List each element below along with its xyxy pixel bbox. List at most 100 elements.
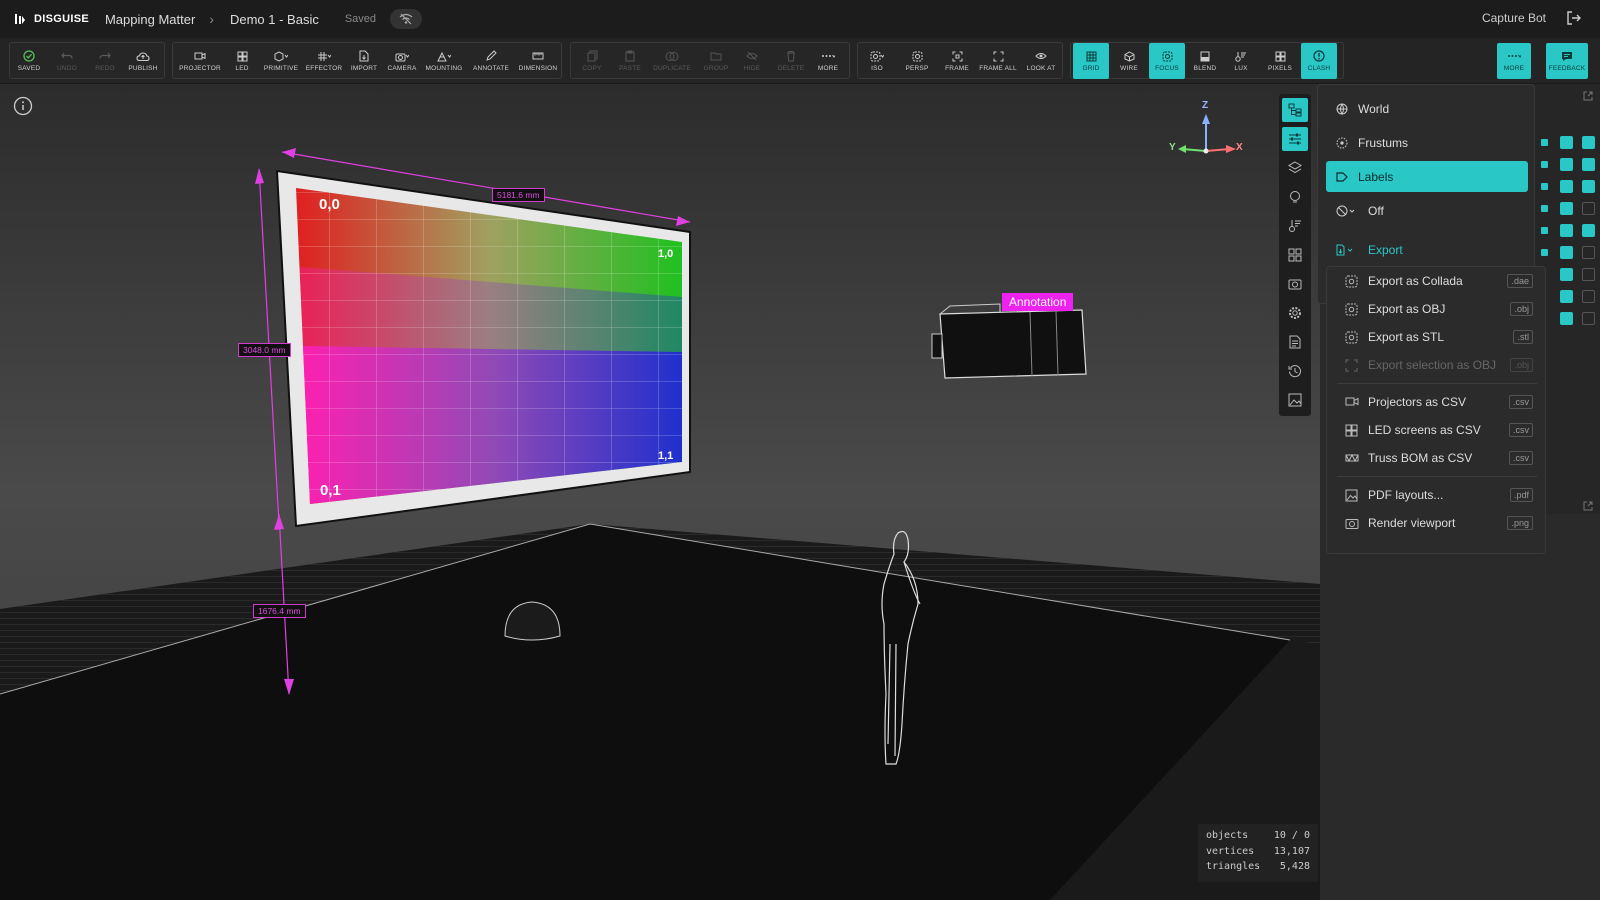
tab-notes[interactable] — [1282, 330, 1308, 354]
import-button[interactable]: IMPORT — [350, 43, 378, 79]
export-selection-obj-item[interactable]: Export selection as OBJ .obj — [1333, 351, 1541, 379]
dimension-button[interactable]: DIMENSION — [516, 43, 560, 79]
layer-lock-checkbox[interactable] — [1582, 180, 1595, 193]
export-collada-item[interactable]: Export as Collada .dae — [1333, 267, 1541, 295]
group-button[interactable]: GROUP — [700, 43, 732, 79]
layer-visible-checkbox[interactable] — [1560, 136, 1573, 149]
more-dots-icon — [1508, 54, 1521, 58]
focus-toggle[interactable]: FOCUS — [1149, 43, 1185, 79]
layer-visible-checkbox[interactable] — [1560, 224, 1573, 237]
saved-button[interactable]: SAVED — [14, 43, 44, 79]
feedback-button[interactable]: FEEDBACK — [1546, 43, 1588, 79]
mounting-button[interactable]: MOUNTING — [424, 43, 464, 79]
paste-button[interactable]: PASTE — [614, 43, 646, 79]
logout-button[interactable] — [1566, 10, 1582, 29]
export-projectors-csv-item[interactable]: Projectors as CSV .csv — [1333, 388, 1541, 416]
menu-item-export[interactable]: Export — [1326, 234, 1528, 265]
annotate-button[interactable]: ANNOTATE — [470, 43, 512, 79]
user-name[interactable]: Capture Bot — [1482, 11, 1546, 25]
export-obj-item[interactable]: Export as OBJ .obj — [1333, 295, 1541, 323]
camera-button[interactable]: CAMERA — [385, 43, 419, 79]
edit-more-button[interactable]: MORE — [812, 43, 844, 79]
app-logo[interactable]: DISGUISE — [14, 13, 89, 25]
tab-history[interactable] — [1282, 359, 1308, 383]
popout-icon[interactable] — [1582, 500, 1594, 512]
grid-toggle[interactable]: GRID — [1073, 43, 1109, 79]
dimension-label-elevation[interactable]: 1676.4 mm — [253, 604, 306, 618]
layer-visible-checkbox[interactable] — [1560, 246, 1573, 259]
wire-toggle[interactable]: WIRE — [1113, 43, 1145, 79]
popout-icon[interactable] — [1582, 90, 1594, 102]
redo-button[interactable]: REDO — [90, 43, 120, 79]
layer-lock-checkbox[interactable] — [1582, 224, 1595, 237]
pixels-toggle[interactable]: PIXELS — [1263, 43, 1297, 79]
iso-button[interactable]: ISO — [863, 43, 891, 79]
clash-toggle[interactable]: CLASH — [1301, 43, 1337, 79]
led-button[interactable]: LED — [229, 43, 255, 79]
tab-pixels[interactable] — [1282, 243, 1308, 267]
primitive-button[interactable]: PRIMITIVE — [262, 43, 300, 79]
layer-lock-checkbox[interactable] — [1582, 158, 1595, 171]
image-icon — [1288, 393, 1302, 407]
frame-button[interactable]: FRAME — [940, 43, 974, 79]
frame-all-button[interactable]: FRAME ALL — [977, 43, 1019, 79]
layer-lock-checkbox[interactable] — [1582, 312, 1595, 325]
breadcrumb-scene[interactable]: Demo 1 - Basic — [230, 12, 319, 27]
breadcrumb-project[interactable]: Mapping Matter — [105, 12, 195, 27]
wireframe-icon — [1124, 50, 1134, 62]
export-render-viewport-item[interactable]: Render viewport .png — [1333, 509, 1541, 537]
tab-lux[interactable] — [1282, 214, 1308, 238]
layer-visible-checkbox[interactable] — [1560, 312, 1573, 325]
blend-toggle[interactable]: BLEND — [1188, 43, 1222, 79]
layer-visible-checkbox[interactable] — [1560, 180, 1573, 193]
tab-cameras[interactable] — [1282, 272, 1308, 296]
more-menu-button[interactable]: MORE — [1497, 43, 1531, 79]
3d-viewport[interactable]: 0,0 1,0 0,1 1,1 5181.6 mm 3048.0 mm 1676… — [0, 84, 1320, 900]
lux-toggle[interactable]: LUX — [1226, 43, 1256, 79]
mounting-button-label: MOUNTING — [425, 65, 463, 72]
tab-scene-tree[interactable] — [1282, 98, 1308, 122]
layer-lock-checkbox[interactable] — [1582, 202, 1595, 215]
export-truss-bom-item[interactable]: Truss BOM as CSV .csv — [1333, 444, 1541, 472]
export-led-csv-item[interactable]: LED screens as CSV .csv — [1333, 416, 1541, 444]
hide-button[interactable]: HIDE — [738, 43, 766, 79]
publish-button[interactable]: PUBLISH — [126, 43, 160, 79]
export-render-ext: .png — [1507, 516, 1533, 530]
export-truss-label: Truss BOM as CSV — [1368, 451, 1473, 465]
projector-button[interactable]: PROJECTOR — [177, 43, 223, 79]
tab-properties[interactable] — [1282, 127, 1308, 151]
dimension-label-height[interactable]: 3048.0 mm — [238, 343, 291, 357]
menu-item-frustums[interactable]: Frustums — [1326, 127, 1528, 158]
tab-layers[interactable] — [1282, 156, 1308, 180]
save-status: Saved — [344, 13, 377, 25]
copy-button[interactable]: COPY — [576, 43, 608, 79]
tab-settings[interactable] — [1282, 301, 1308, 325]
menu-item-labels[interactable]: Labels — [1326, 161, 1528, 192]
delete-button[interactable]: DELETE — [775, 43, 807, 79]
effector-button[interactable]: EFFECTOR — [305, 43, 343, 79]
dimension-label-width[interactable]: 5181.6 mm — [492, 188, 545, 202]
layer-visible-checkbox[interactable] — [1560, 158, 1573, 171]
offline-toggle[interactable] — [390, 9, 423, 29]
layer-lock-checkbox[interactable] — [1582, 290, 1595, 303]
layer-lock-checkbox[interactable] — [1582, 136, 1595, 149]
export-obj-ext: .obj — [1510, 302, 1533, 316]
info-button[interactable] — [13, 96, 33, 121]
annotation-label[interactable]: Annotation — [1002, 293, 1074, 311]
layer-lock-checkbox[interactable] — [1582, 246, 1595, 259]
layer-lock-checkbox[interactable] — [1582, 268, 1595, 281]
menu-item-off[interactable]: Off — [1326, 195, 1528, 226]
undo-button[interactable]: UNDO — [52, 43, 82, 79]
export-stl-item[interactable]: Export as STL .stl — [1333, 323, 1541, 351]
layer-visible-checkbox[interactable] — [1560, 268, 1573, 281]
duplicate-button[interactable]: DUPLICATE — [650, 43, 694, 79]
persp-button[interactable]: PERSP — [900, 43, 934, 79]
clipboard-icon — [625, 50, 635, 62]
layer-visible-checkbox[interactable] — [1560, 202, 1573, 215]
tab-export[interactable] — [1282, 388, 1308, 412]
layer-visible-checkbox[interactable] — [1560, 290, 1573, 303]
menu-item-world[interactable]: World — [1326, 93, 1528, 124]
look-at-button[interactable]: LOOK AT — [1023, 43, 1059, 79]
tab-lighting[interactable] — [1282, 185, 1308, 209]
export-pdf-layouts-item[interactable]: PDF layouts... .pdf — [1333, 481, 1541, 509]
